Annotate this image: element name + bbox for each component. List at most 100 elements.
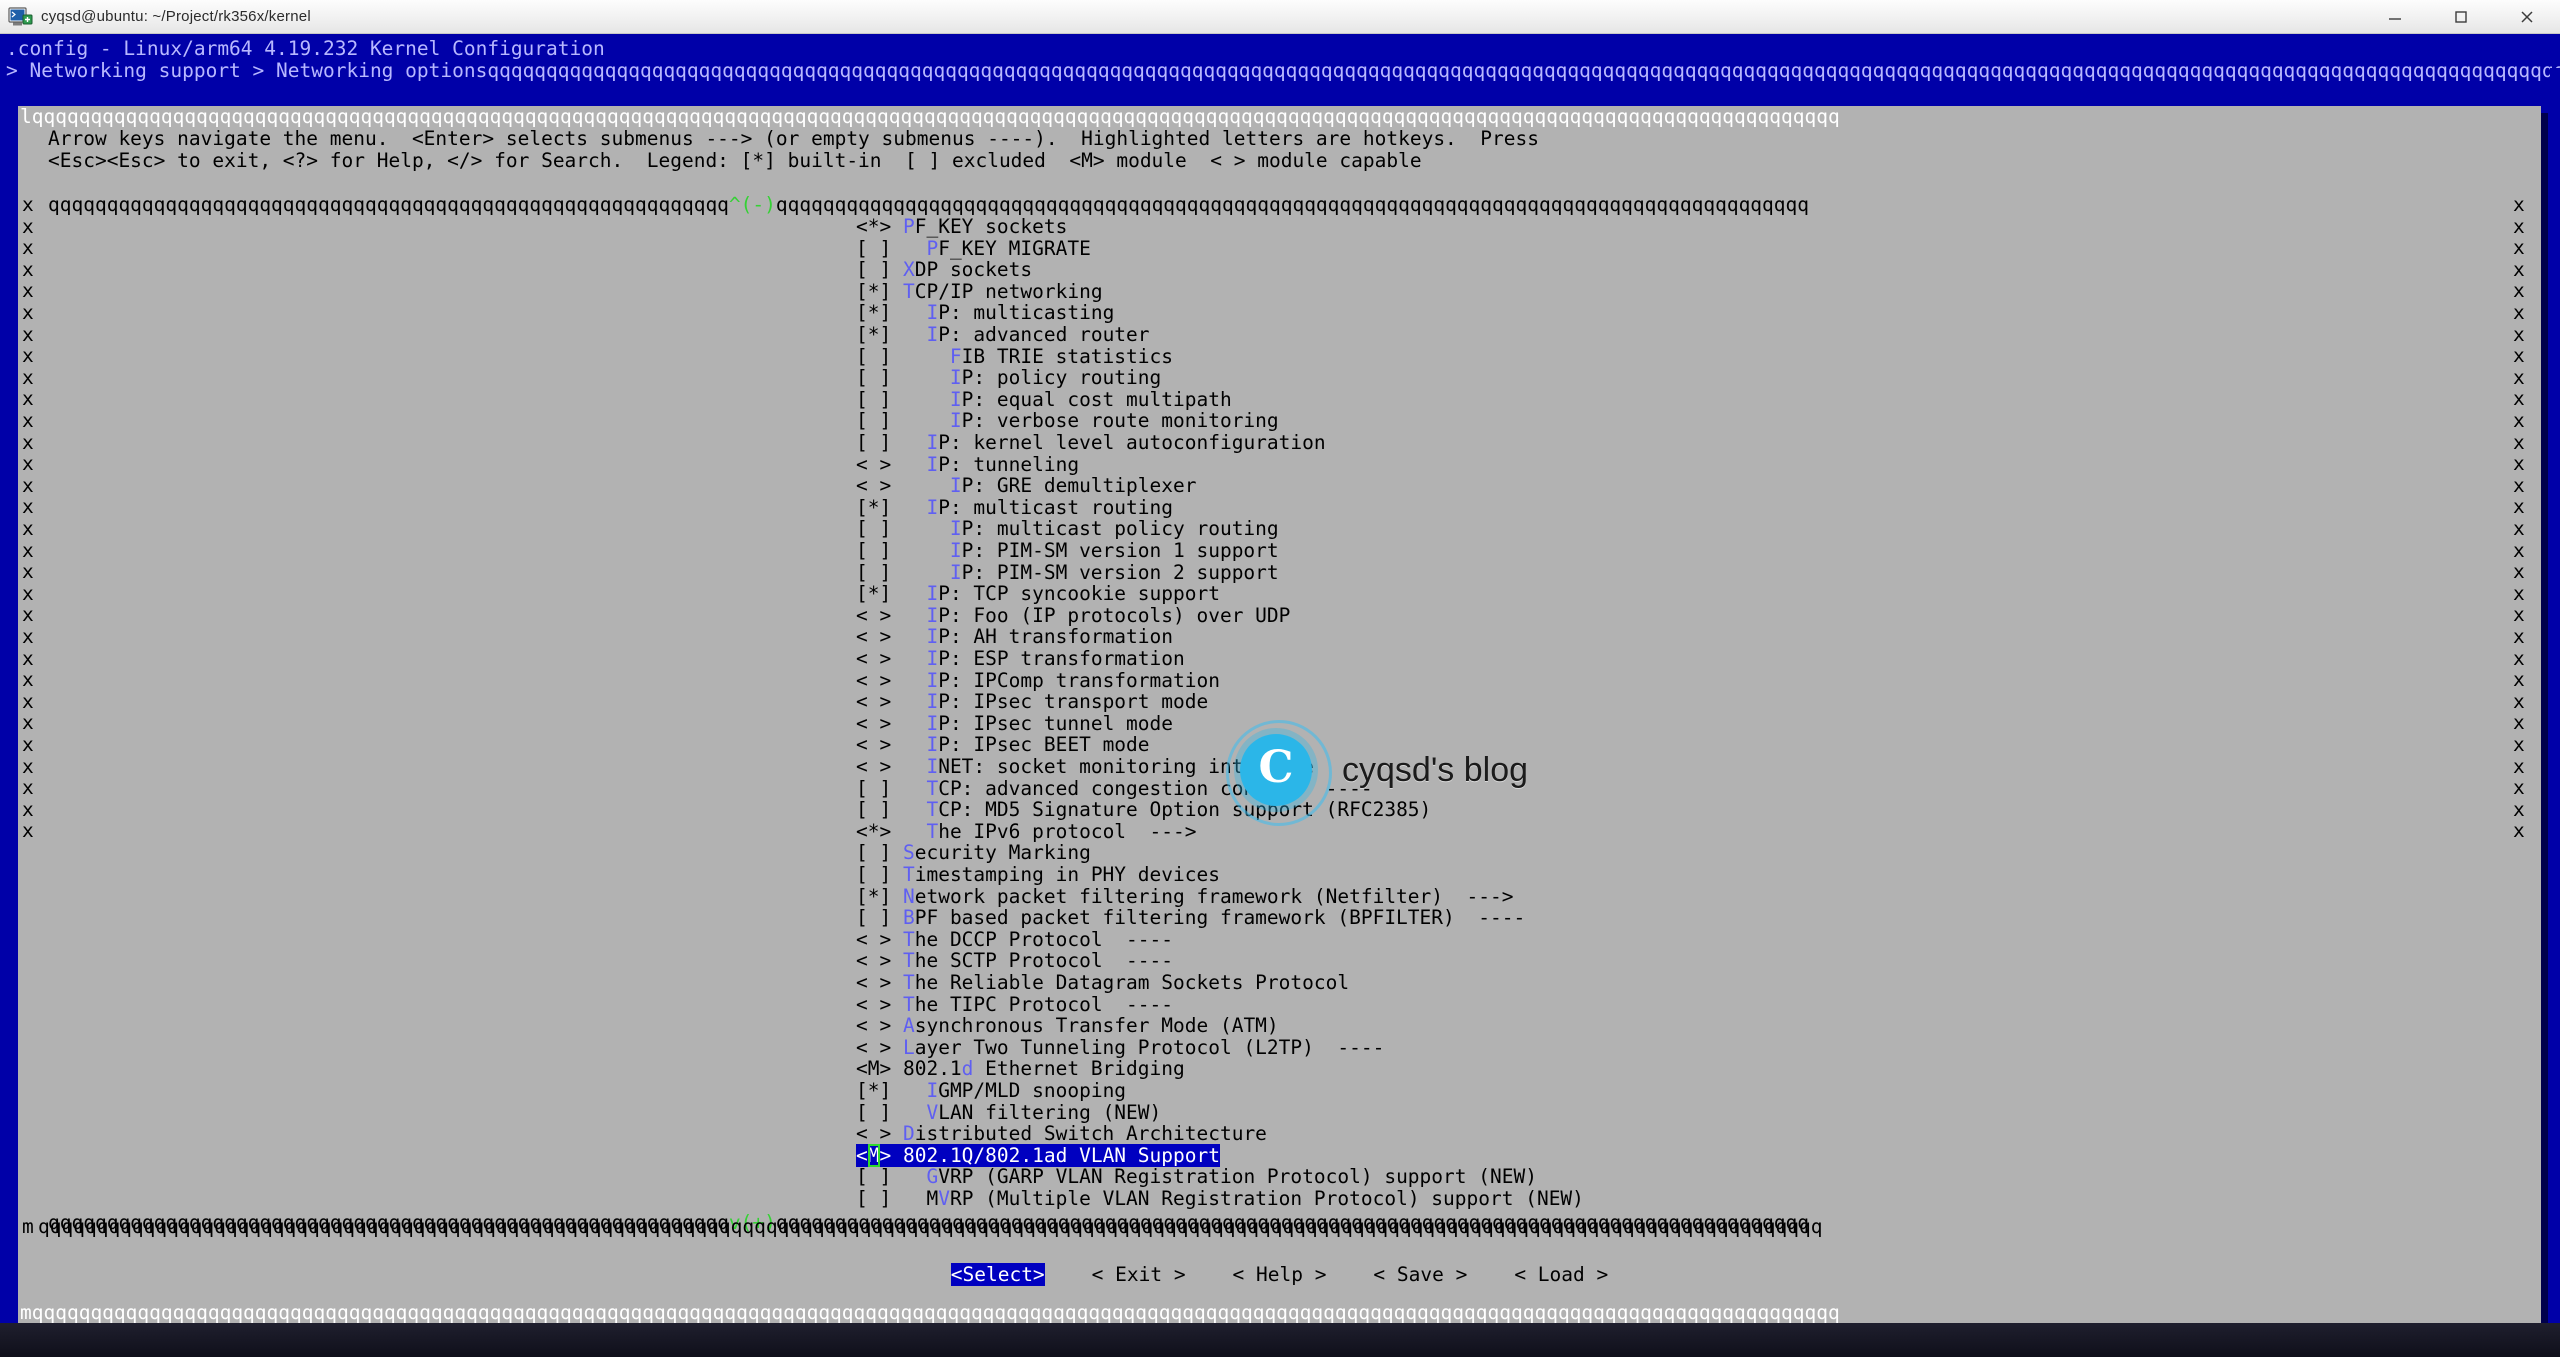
menu-item[interactable]: < > IP: IPsec tunnel mode	[856, 712, 1173, 735]
menu-item-hotkey: I	[926, 323, 939, 346]
menu-item[interactable]: [ ] VLAN filtering (NEW)	[856, 1101, 1161, 1124]
menu-item[interactable]: < > Asynchronous Transfer Mode (ATM)	[856, 1015, 1279, 1037]
menu-item-hotkey: I	[926, 755, 939, 778]
menu-item-state: [ ]	[856, 366, 950, 390]
menu-item-label: 802.1Q/802.1ad VLAN Support	[902, 1143, 1220, 1167]
menu-item-hotkey: I	[926, 690, 939, 714]
dialog-side-border: x	[22, 193, 34, 216]
menu-item[interactable]: < > IP: IPsec BEET mode	[856, 734, 1150, 756]
minimize-button[interactable]	[2362, 0, 2428, 33]
menu-item[interactable]: [ ] TCP: MD5 Signature Option support (R…	[856, 799, 1431, 821]
menu-item-hotkey: T	[902, 949, 915, 973]
menu-item-state: < >	[856, 668, 927, 692]
save-button[interactable]: < Save >	[1373, 1263, 1467, 1286]
menu-item-hotkey: I	[926, 668, 939, 692]
maximize-button[interactable]	[2428, 0, 2494, 33]
menu-item[interactable]: < > INET: socket monitoring interface	[856, 756, 1314, 778]
menu-item[interactable]: [ ] GVRP (GARP VLAN Registration Protoco…	[856, 1166, 1537, 1188]
dialog-side-border: x	[22, 430, 34, 454]
list-border-right: qqqqqqqqqqqqqqqqqqqqqqqqqqqqqqqqqqqqqqqq…	[775, 193, 1810, 216]
menu-item-label: ayer Two Tunneling Protocol (L2TP) ----	[914, 1035, 1385, 1059]
close-button[interactable]	[2494, 0, 2560, 33]
menu-item-state: [*]	[856, 301, 927, 325]
menu-item[interactable]: < > The DCCP Protocol ----	[856, 927, 1173, 951]
menu-item-state: < >	[856, 1014, 903, 1038]
menu-item[interactable]: <M> 802.1d Ethernet Bridging	[856, 1058, 1185, 1080]
menu-item[interactable]: [*] IP: TCP syncookie support	[856, 583, 1220, 605]
dialog-side-border: x	[22, 668, 34, 692]
menu-item-hotkey: X	[902, 258, 915, 282]
dialog-corner-bottom-left: m	[22, 1215, 34, 1238]
menu-item-label: P: verbose route monitoring	[961, 409, 1279, 433]
menu-item[interactable]: [ ] IP: kernel level autoconfiguration	[856, 432, 1326, 454]
menu-item[interactable]: [ ] IP: PIM-SM version 1 support	[856, 540, 1279, 562]
menu-item[interactable]: [ ] XDP sockets	[856, 259, 1032, 281]
menu-item-hotkey: d	[961, 1057, 974, 1081]
menu-item[interactable]: < > Distributed Switch Architecture	[856, 1123, 1267, 1145]
menu-item[interactable]: [ ] BPF based packet filtering framework…	[856, 907, 1525, 929]
button-gap	[1186, 1263, 1233, 1286]
menu-item[interactable]: [ ] IP: PIM-SM version 2 support	[856, 561, 1279, 584]
menu-item[interactable]: [ ] TCP: advanced congestion control ---…	[856, 777, 1373, 800]
menu-item[interactable]: < > IP: tunneling	[856, 452, 1079, 476]
dialog-side-border: x	[2513, 711, 2525, 735]
menu-item-hotkey: I	[926, 452, 939, 476]
dialog-side-border: x	[22, 322, 34, 346]
menu-item[interactable]: [*] IP: multicasting	[856, 302, 1114, 324]
menu-item-hotkey: I	[926, 603, 939, 627]
menu-item-label: synchronous Transfer Mode (ATM)	[914, 1014, 1279, 1038]
help-button[interactable]: < Help >	[1233, 1263, 1327, 1286]
select-button[interactable]: <Select>	[950, 1263, 1045, 1286]
menu-item-hotkey: T	[902, 927, 915, 951]
menu-item[interactable]: [*] IP: multicast routing	[856, 496, 1173, 519]
dialog-outer-bottom-border: mqqqqqqqqqqqqqqqqqqqqqqqqqqqqqqqqqqqqqqq…	[20, 1301, 1840, 1324]
menu-item[interactable]: [ ] MVRP (Multiple VLAN Registration Pro…	[856, 1188, 1584, 1210]
menu-item-hotkey: I	[926, 1079, 939, 1102]
menu-item[interactable]: [ ] IP: equal cost multipath	[856, 388, 1232, 411]
menu-item[interactable]: [*] TCP/IP networking	[856, 280, 1103, 303]
dialog-side-border: x	[2513, 517, 2525, 540]
menu-item[interactable]: [ ] PF_KEY MIGRATE	[856, 237, 1091, 260]
menu-item[interactable]: < > IP: IPComp transformation	[856, 668, 1220, 692]
load-button[interactable]: < Load >	[1514, 1263, 1608, 1286]
dialog-side-border: x	[22, 452, 34, 476]
menu-item[interactable]: < > The Reliable Datagram Sockets Protoc…	[856, 972, 1349, 994]
menu-item[interactable]: [ ] FIB TRIE statistics	[856, 345, 1173, 368]
menu-item[interactable]: < > IP: IPsec transport mode	[856, 691, 1208, 713]
dialog-side-border: x	[22, 473, 34, 497]
menu-item[interactable]: [ ] IP: policy routing	[856, 367, 1161, 389]
menu-item-label: P: TCP syncookie support	[938, 582, 1220, 606]
menu-item-hotkey: T	[902, 863, 915, 886]
menu-item[interactable]: < > Layer Two Tunneling Protocol (L2TP) …	[856, 1035, 1385, 1059]
menu-item[interactable]: < > IP: Foo (IP protocols) over UDP	[856, 603, 1291, 627]
menu-item-hotkey: I	[949, 366, 962, 390]
menu-item[interactable]: [ ] IP: multicast policy routing	[856, 518, 1279, 540]
menu-item[interactable]: [ ] Security Marking	[856, 842, 1091, 864]
dialog-side-border: x	[22, 344, 34, 368]
menu-item[interactable]: < > IP: ESP transformation	[856, 648, 1185, 670]
menu-item-label-rest: RP (Multiple VLAN Registration Protocol)…	[949, 1187, 1584, 1210]
dialog-side-border: x	[2513, 214, 2525, 238]
menu-item[interactable]: < > The SCTP Protocol ----	[856, 950, 1173, 972]
menu-item-state: < >	[856, 971, 903, 994]
menu-item[interactable]: [*] IGMP/MLD snooping	[856, 1080, 1126, 1102]
menu-item-state: < >	[856, 1035, 903, 1059]
menu-item-label: P: advanced router	[938, 323, 1150, 346]
menu-item[interactable]: < > IP: GRE demultiplexer	[856, 475, 1196, 497]
dialog-side-border: x	[22, 214, 34, 238]
menu-item-label: P: Foo (IP protocols) over UDP	[938, 603, 1291, 627]
dialog-side-border: x	[22, 646, 34, 670]
menu-item[interactable]: [*] IP: advanced router	[856, 324, 1150, 346]
menu-item[interactable]: <*> The IPv6 protocol --->	[856, 820, 1196, 843]
menu-item[interactable]: [*] Network packet filtering framework (…	[856, 885, 1513, 908]
menu-item[interactable]: [ ] IP: verbose route monitoring	[856, 410, 1279, 432]
menu-item-selected[interactable]: <M> 802.1Q/802.1ad VLAN Support	[856, 1143, 1220, 1167]
button-row[interactable]: <Select> < Exit > < Help > < Save > < Lo…	[18, 1263, 2541, 1286]
menu-item-hotkey: L	[902, 1035, 915, 1059]
menu-item[interactable]: < > The TIPC Protocol ----	[856, 993, 1173, 1016]
menu-item[interactable]: <*> PF_KEY sockets	[856, 216, 1067, 238]
menu-item[interactable]: < > IP: AH transformation	[856, 626, 1173, 648]
exit-button[interactable]: < Exit >	[1092, 1263, 1186, 1286]
dialog-side-border: x	[2513, 365, 2525, 389]
menu-item[interactable]: [ ] Timestamping in PHY devices	[856, 864, 1220, 886]
